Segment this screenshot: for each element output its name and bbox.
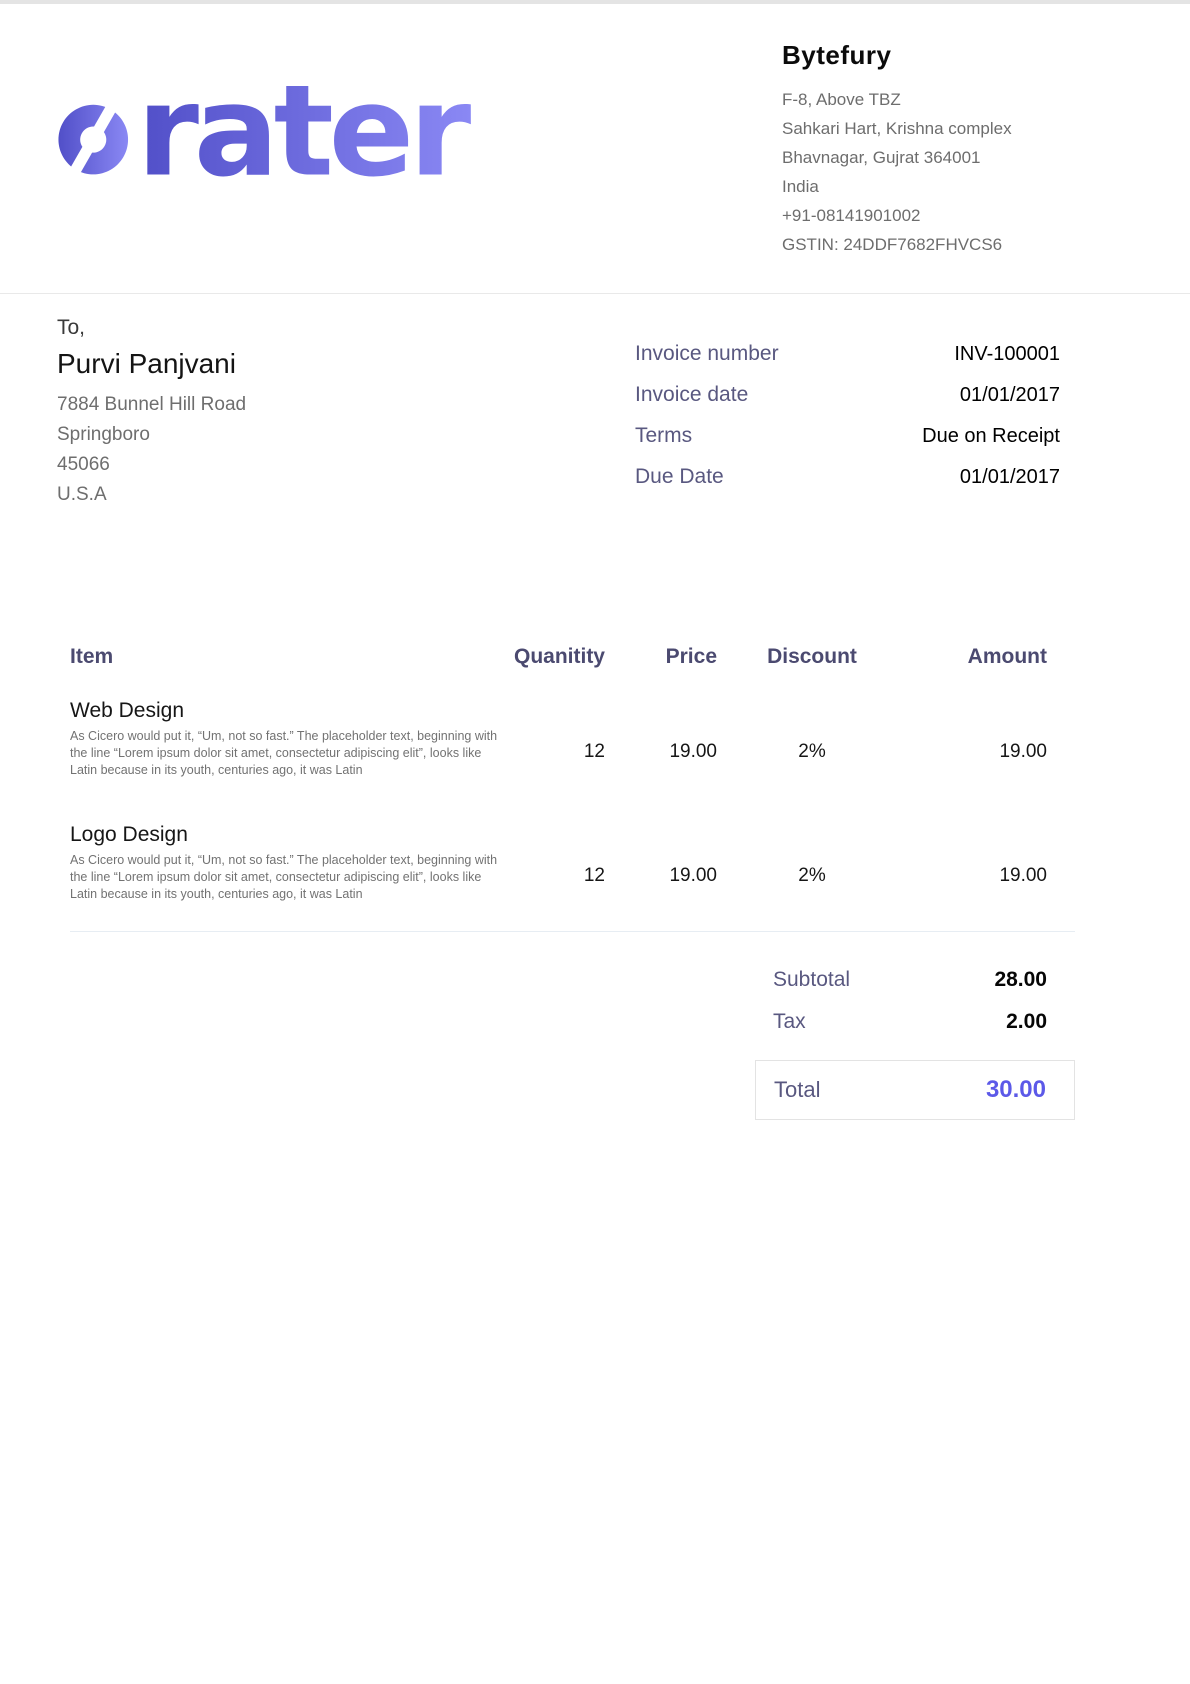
invoice-meta-block: Invoice number INV-100001 Invoice date 0… [635, 342, 1060, 510]
item-amount: 19.00 [907, 699, 1047, 779]
item-cell: Logo Design As Cicero would put it, “Um,… [70, 823, 490, 903]
meta-row-invoice-number: Invoice number INV-100001 [635, 342, 1060, 366]
column-header-quantity: Quanitity [490, 645, 605, 669]
item-price: 19.00 [605, 699, 717, 779]
company-address-line: India [782, 172, 1062, 201]
table-row: Web Design As Cicero would put it, “Um, … [70, 699, 1047, 779]
subtotal-value: 28.00 [994, 968, 1047, 992]
bill-to-block: To, Purvi Panjvani 7884 Bunnel Hill Road… [57, 316, 246, 510]
item-cell: Web Design As Cicero would put it, “Um, … [70, 699, 490, 779]
item-amount: 19.00 [907, 823, 1047, 903]
crater-logo-icon: rater [48, 70, 483, 192]
item-description: As Cicero would put it, “Um, not so fast… [70, 728, 500, 779]
invoice-date-value: 01/01/2017 [960, 384, 1060, 407]
tax-label: Tax [773, 1010, 806, 1034]
customer-address-line: 45066 [57, 450, 246, 480]
invoice-header: rater Bytefury F-8, Above TBZ Sahkari Ha… [0, 4, 1190, 294]
due-date-label: Due Date [635, 465, 724, 489]
crater-logo: rater [48, 70, 483, 192]
total-box: Total 30.00 [755, 1060, 1075, 1120]
column-header-amount: Amount [907, 645, 1047, 669]
meta-row-terms: Terms Due on Receipt [635, 424, 1060, 448]
terms-value: Due on Receipt [922, 425, 1060, 448]
item-price: 19.00 [605, 823, 717, 903]
column-header-item: Item [70, 645, 490, 669]
items-table-header: Item Quanitity Price Discount Amount [70, 645, 1047, 669]
company-phone: +91-08141901002 [782, 201, 1062, 230]
subtotal-row: Subtotal 28.00 [755, 968, 1075, 992]
bill-to-label: To, [57, 316, 246, 340]
item-name: Web Design [70, 699, 490, 723]
company-address-line: Bhavnagar, Gujrat 364001 [782, 143, 1062, 172]
meta-row-invoice-date: Invoice date 01/01/2017 [635, 383, 1060, 407]
terms-label: Terms [635, 424, 692, 448]
total-value: 30.00 [986, 1076, 1046, 1104]
invoice-number-value: INV-100001 [954, 343, 1060, 366]
item-quantity: 12 [490, 823, 605, 903]
tax-row: Tax 2.00 [755, 1010, 1075, 1034]
due-date-value: 01/01/2017 [960, 466, 1060, 489]
invoice-number-label: Invoice number [635, 342, 779, 366]
customer-address-line: Springboro [57, 420, 246, 450]
logo-wordmark-tail: rater [137, 70, 471, 192]
company-info-block: Bytefury F-8, Above TBZ Sahkari Hart, Kr… [782, 34, 1062, 259]
subtotal-label: Subtotal [773, 968, 850, 992]
column-header-price: Price [605, 645, 717, 669]
total-label: Total [774, 1077, 820, 1103]
table-row: Logo Design As Cicero would put it, “Um,… [70, 823, 1047, 903]
company-name: Bytefury [782, 40, 1062, 71]
company-address-line: F-8, Above TBZ [782, 85, 1062, 114]
company-gstin: GSTIN: 24DDF7682FHVCS6 [782, 230, 1062, 259]
items-table: Item Quanitity Price Discount Amount Web… [70, 645, 1075, 932]
item-discount: 2% [717, 699, 907, 779]
customer-address-line: U.S.A [57, 480, 246, 510]
customer-name: Purvi Panjvani [57, 348, 246, 380]
item-discount: 2% [717, 823, 907, 903]
table-bottom-divider [70, 931, 1075, 932]
company-address-line: Sahkari Hart, Krishna complex [782, 114, 1062, 143]
parties-section: To, Purvi Panjvani 7884 Bunnel Hill Road… [0, 294, 1190, 510]
invoice-date-label: Invoice date [635, 383, 748, 407]
tax-value: 2.00 [1006, 1010, 1047, 1034]
totals-block: Subtotal 28.00 Tax 2.00 Total 30.00 [755, 968, 1075, 1120]
item-name: Logo Design [70, 823, 490, 847]
item-description: As Cicero would put it, “Um, not so fast… [70, 852, 500, 903]
customer-address-line: 7884 Bunnel Hill Road [57, 390, 246, 420]
item-quantity: 12 [490, 699, 605, 779]
column-header-discount: Discount [717, 645, 907, 669]
meta-row-due-date: Due Date 01/01/2017 [635, 465, 1060, 489]
